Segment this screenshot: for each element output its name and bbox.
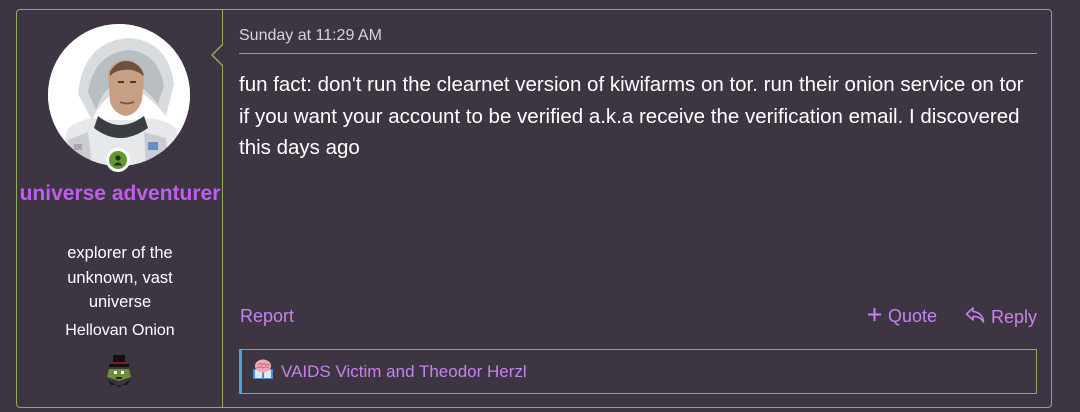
user-banner: Hellovan Onion (65, 322, 175, 339)
report-label: Report (240, 306, 295, 326)
black-hat-gnome-icon (101, 353, 137, 389)
user-sidebar: universe adventurer explorer of the unkn… (17, 10, 223, 407)
post-header-divider (239, 53, 1037, 54)
reply-arrow-icon (965, 306, 985, 329)
plus-icon (867, 306, 882, 327)
reply-button[interactable]: Reply (965, 306, 1037, 329)
avatar[interactable] (48, 24, 190, 166)
quote-label: Quote (888, 306, 938, 326)
astronaut-avatar-icon (48, 24, 190, 166)
avatar-wrapper[interactable] (48, 24, 190, 172)
message-arrow-fill (213, 44, 224, 66)
report-link[interactable]: Report (240, 306, 294, 327)
reactions-bar[interactable]: VAIDS Victim and Theodor Herzl (239, 349, 1037, 394)
post-date-link[interactable]: Sunday at 11:29 AM (239, 27, 382, 45)
reply-label: Reply (991, 307, 1038, 327)
quote-button[interactable]: Quote (867, 306, 937, 327)
user-custom-title: explorer of the unknown, vast universe (67, 244, 173, 311)
post-container: universe adventurer explorer of the unkn… (16, 9, 1052, 408)
post-body-text: fun fact: don't run the clearnet version… (239, 73, 1024, 159)
reactions-users[interactable]: VAIDS Victim and Theodor Herzl (281, 362, 527, 382)
brain-book-reaction-icon (251, 357, 275, 386)
username-link[interactable]: universe adventurer (17, 178, 223, 209)
message-cell: Sunday at 11:29 AM fun fact: don't run t… (239, 10, 1037, 407)
online-user-icon (109, 151, 127, 169)
online-status-badge (106, 148, 130, 172)
